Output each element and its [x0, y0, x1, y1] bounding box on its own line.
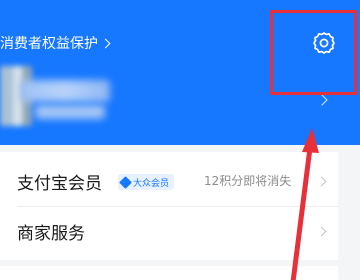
merchant-services-label: 商家服务 [17, 223, 85, 244]
menu-card: 支付宝会员 大众会员 12积分即将消失 商家服务 [0, 152, 338, 260]
gear-icon[interactable] [311, 30, 337, 56]
membership-label: 支付宝会员 [17, 173, 102, 194]
user-account-blurred [35, 105, 105, 119]
chevron-right-icon [100, 38, 111, 48]
chevron-right-icon [316, 226, 327, 237]
points-expiring-text: 12积分即将消失 [204, 174, 292, 188]
member-level-text: 大众会员 [133, 178, 170, 189]
consumer-protection-label: 消费者权益保护 [0, 36, 98, 52]
consumer-protection-link[interactable]: 消费者权益保护 [0, 32, 111, 54]
member-level-badge: 大众会员 [118, 174, 175, 190]
diamond-icon [119, 175, 132, 189]
user-name-blurred [20, 80, 110, 102]
next-menu-card [0, 266, 338, 280]
chevron-right-icon [316, 176, 327, 187]
membership-row[interactable]: 支付宝会员 大众会员 12积分即将消失 [0, 156, 338, 206]
merchant-services-row[interactable]: 商家服务 [0, 206, 338, 256]
